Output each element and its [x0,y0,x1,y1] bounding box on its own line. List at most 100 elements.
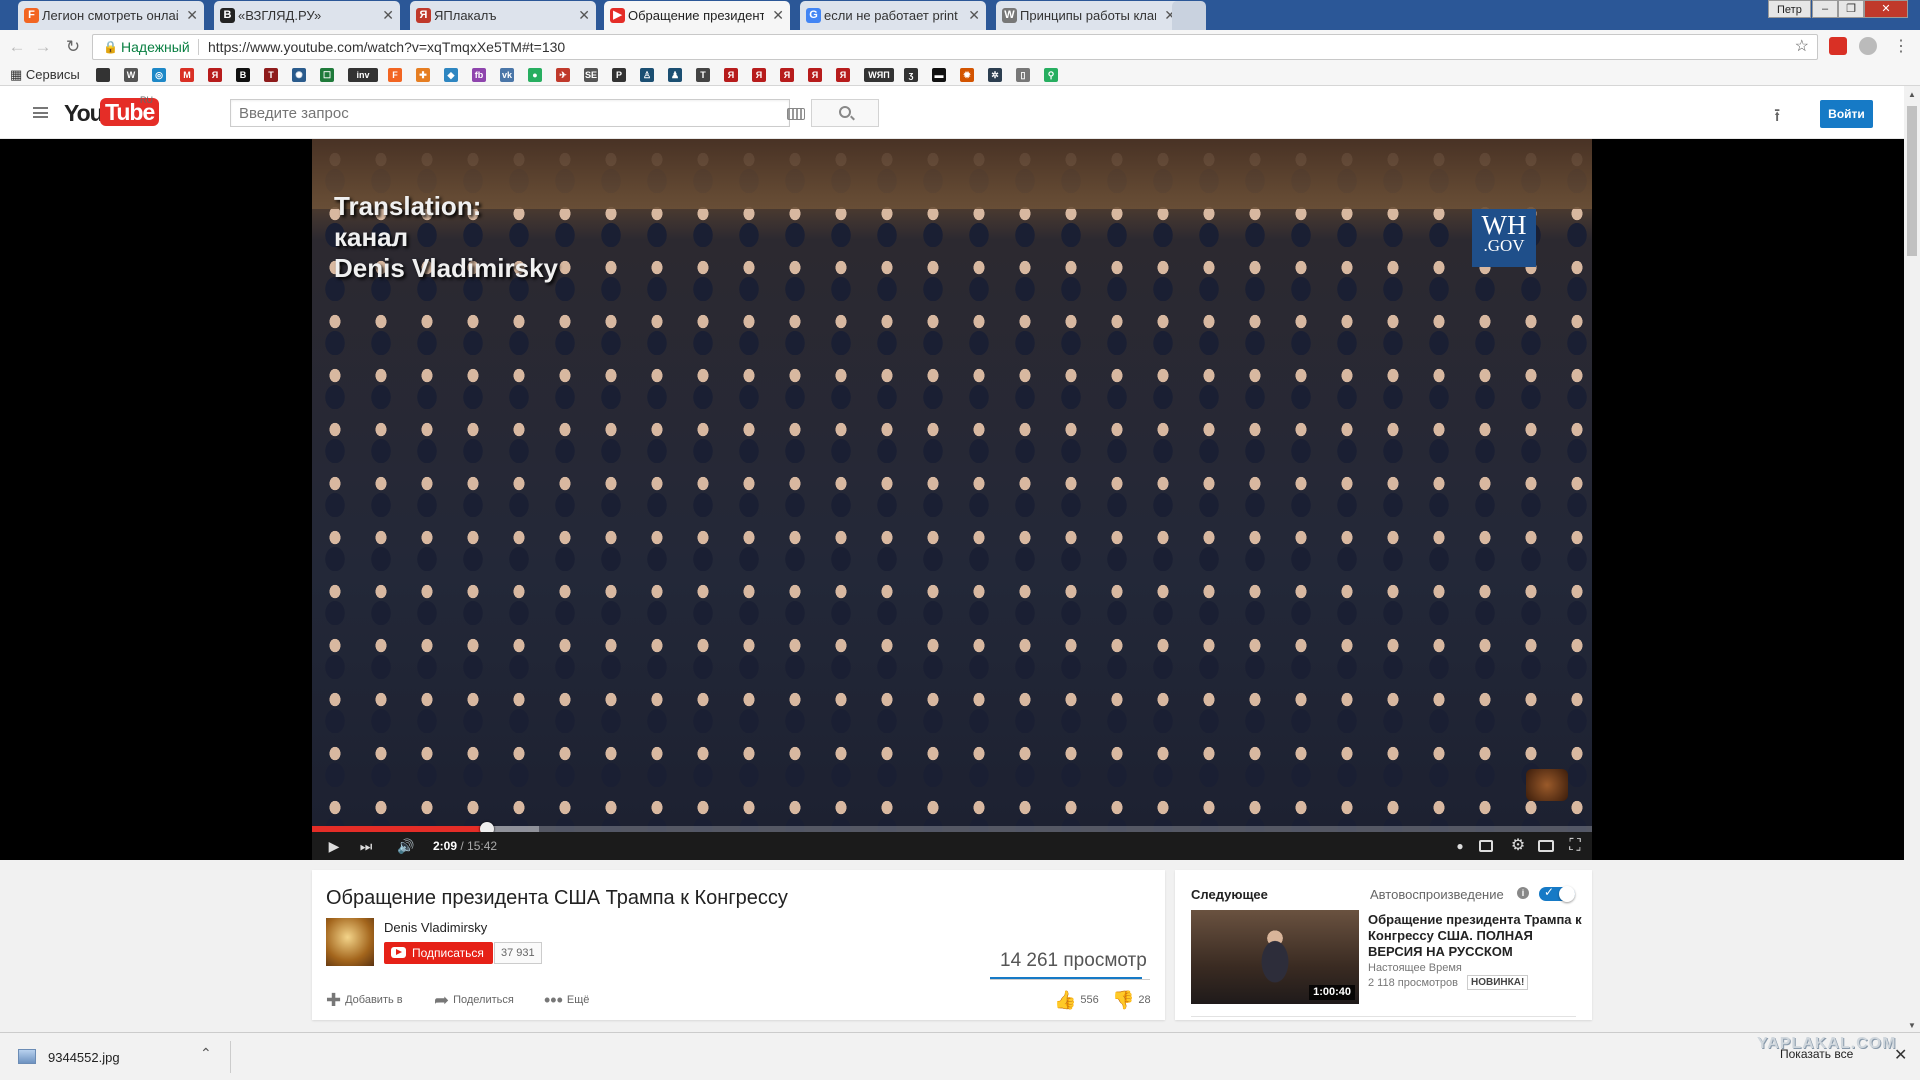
extension-icon-red[interactable] [1829,37,1847,55]
bookmark-icon-2[interactable]: ◎ [152,68,166,82]
recommended-thumbnail[interactable]: 1:00:40 [1191,910,1359,1004]
bookmark-icon-21[interactable]: T [696,68,710,82]
scroll-up-icon[interactable]: ▲ [1908,90,1916,99]
menu-dots-icon[interactable]: ⋮ [1890,36,1912,58]
play-icon[interactable]: ▶ [322,832,346,860]
bookmark-icon-6[interactable]: T [264,68,278,82]
search-button[interactable] [811,99,879,127]
video-frame[interactable]: Translation: канал Denis Vladimirsky WH … [312,139,1592,860]
bookmark-icon-20[interactable]: ♟ [668,68,682,82]
bookmark-icon-11[interactable]: ✚ [416,68,430,82]
info-icon[interactable]: i [1517,887,1529,899]
bookmark-icon-24[interactable]: Я [780,68,794,82]
tab-4[interactable]: Gесли не работает print ✕ [800,1,986,30]
bookmark-icon-5[interactable]: B [236,68,250,82]
theater-mode-icon[interactable] [1538,840,1554,852]
bookmark-icon-27[interactable]: WЯП [864,68,894,82]
bookmark-icon-9[interactable]: inv [348,68,378,82]
bookmark-icon-31[interactable]: ✲ [988,68,1002,82]
bookmark-icon-15[interactable]: ● [528,68,542,82]
minimize-button[interactable]: – [1812,0,1838,18]
upload-icon[interactable]: ⭱ [1774,103,1780,133]
bookmark-icon-25[interactable]: Я [808,68,822,82]
channel-avatar[interactable] [326,918,374,966]
tab-5[interactable]: W Принципы работы клав ✕ [996,1,1182,30]
tab-2[interactable]: Я ЯПлакалъ ✕ [410,1,596,30]
channel-name[interactable]: Denis Vladimirsky [384,920,487,935]
close-window-button[interactable]: ✕ [1864,0,1908,18]
annotations-icon[interactable]: ● [1450,832,1470,860]
extension-icon-gray[interactable] [1859,37,1877,55]
recommended-title[interactable]: Обращение президента Трампа к Конгрессу … [1368,912,1583,960]
tab-active[interactable]: ▶ Обращение президента ✕ [604,1,790,30]
scrollbar-thumb[interactable] [1907,106,1917,256]
bookmark-icon-14[interactable]: vk [500,68,514,82]
login-button[interactable]: Войти [1820,100,1873,128]
volume-icon[interactable]: 🔊 [394,832,418,860]
url-text[interactable]: https://www.youtube.com/watch?v=xqTmqxXe… [208,35,565,59]
search-input[interactable] [230,99,790,127]
more-button[interactable]: ••• Ещё [544,991,589,1009]
bookmark-icon-16[interactable]: ✈ [556,68,570,82]
autoplay-toggle[interactable]: ✓ [1539,885,1575,902]
back-icon[interactable]: ← [6,36,28,58]
tab-close-icon[interactable]: ✕ [186,1,198,30]
bookmark-icon-0[interactable] [96,68,110,82]
bookmark-apps[interactable]: ▦ Сервисы [10,67,80,83]
whgov-badge: WH .GOV [1472,209,1536,267]
share-button[interactable]: ➦ Поделиться [434,991,514,1009]
fullscreen-icon[interactable]: ⛶ [1563,832,1587,860]
chevron-up-icon[interactable]: ⌃ [200,1045,212,1062]
hamburger-menu-icon[interactable] [33,107,48,118]
bookmark-icon-4[interactable]: Я [208,68,222,82]
bookmark-icon-7[interactable]: ✺ [292,68,306,82]
close-download-bar-icon[interactable]: ✕ [1894,1045,1907,1065]
bookmark-icon-19[interactable]: ♙ [640,68,654,82]
tab-1[interactable]: B «ВЗГЛЯД.РУ» ✕ [214,1,400,30]
bookmark-icon-32[interactable]: ▯ [1016,68,1030,82]
bookmark-icon-10[interactable]: F [388,68,402,82]
bookmark-star-icon[interactable]: ☆ [1795,35,1809,59]
subtitles-icon[interactable] [1479,840,1493,852]
subscribe-button[interactable]: Подписаться [384,942,493,964]
new-tab-button[interactable] [1172,1,1206,30]
bookmark-icon-18[interactable]: P [612,68,626,82]
show-all-button[interactable]: Показать все [1780,1047,1853,1061]
bookmark-icon-8[interactable]: ☐ [320,68,334,82]
omnibox[interactable]: 🔒 Надежный https://www.youtube.com/watch… [92,34,1818,60]
next-icon[interactable]: ⏭ [354,832,378,860]
bookmark-icon-28[interactable]: ʒ [904,68,918,82]
like-button[interactable]: 👍 556 [1054,991,1099,1009]
bookmark-icon-29[interactable]: ▬ [932,68,946,82]
subscribe-label: Подписаться [412,946,484,960]
bookmark-icon-13[interactable]: fb [472,68,486,82]
tab-0[interactable]: F Легион смотреть онлай ✕ [18,1,204,30]
download-filename[interactable]: 9344552.jpg [48,1050,120,1065]
forward-icon[interactable]: → [32,36,54,58]
bookmark-icon-23[interactable]: Я [752,68,766,82]
recommended-channel: Настоящее Время [1368,962,1462,974]
bookmark-icon-26[interactable]: Я [836,68,850,82]
maximize-button[interactable]: ❐ [1838,0,1864,18]
profile-button[interactable]: Петр [1768,0,1811,18]
scroll-down-icon[interactable]: ▼ [1908,1021,1916,1030]
add-to-button[interactable]: ✚ Добавить в [326,991,403,1009]
tab-close-icon[interactable]: ✕ [382,1,394,30]
bookmark-icon-17[interactable]: SE [584,68,598,82]
bookmark-icon-3[interactable]: M [180,68,194,82]
tab-close-icon[interactable]: ✕ [772,1,784,30]
bookmark-icon-33[interactable]: ⚲ [1044,68,1058,82]
tab-close-icon[interactable]: ✕ [578,1,590,30]
bookmark-icon-22[interactable]: Я [724,68,738,82]
reload-icon[interactable]: ↻ [62,36,84,58]
player-controls: ▶ ⏭ 🔊 2:09 / 15:42 ● ⚙ ⛶ [312,832,1592,860]
dislike-button[interactable]: 👎 28 [1112,991,1151,1009]
settings-gear-icon[interactable]: ⚙ [1507,832,1529,860]
bookmark-icon-30[interactable]: ✹ [960,68,974,82]
page-scrollbar[interactable]: ▲ ▼ [1904,86,1920,1032]
bookmark-icon-1[interactable]: W [124,68,138,82]
keyboard-icon[interactable] [787,108,805,120]
channel-watermark[interactable] [1526,769,1568,801]
tab-close-icon[interactable]: ✕ [968,1,980,30]
bookmark-icon-12[interactable]: ◆ [444,68,458,82]
